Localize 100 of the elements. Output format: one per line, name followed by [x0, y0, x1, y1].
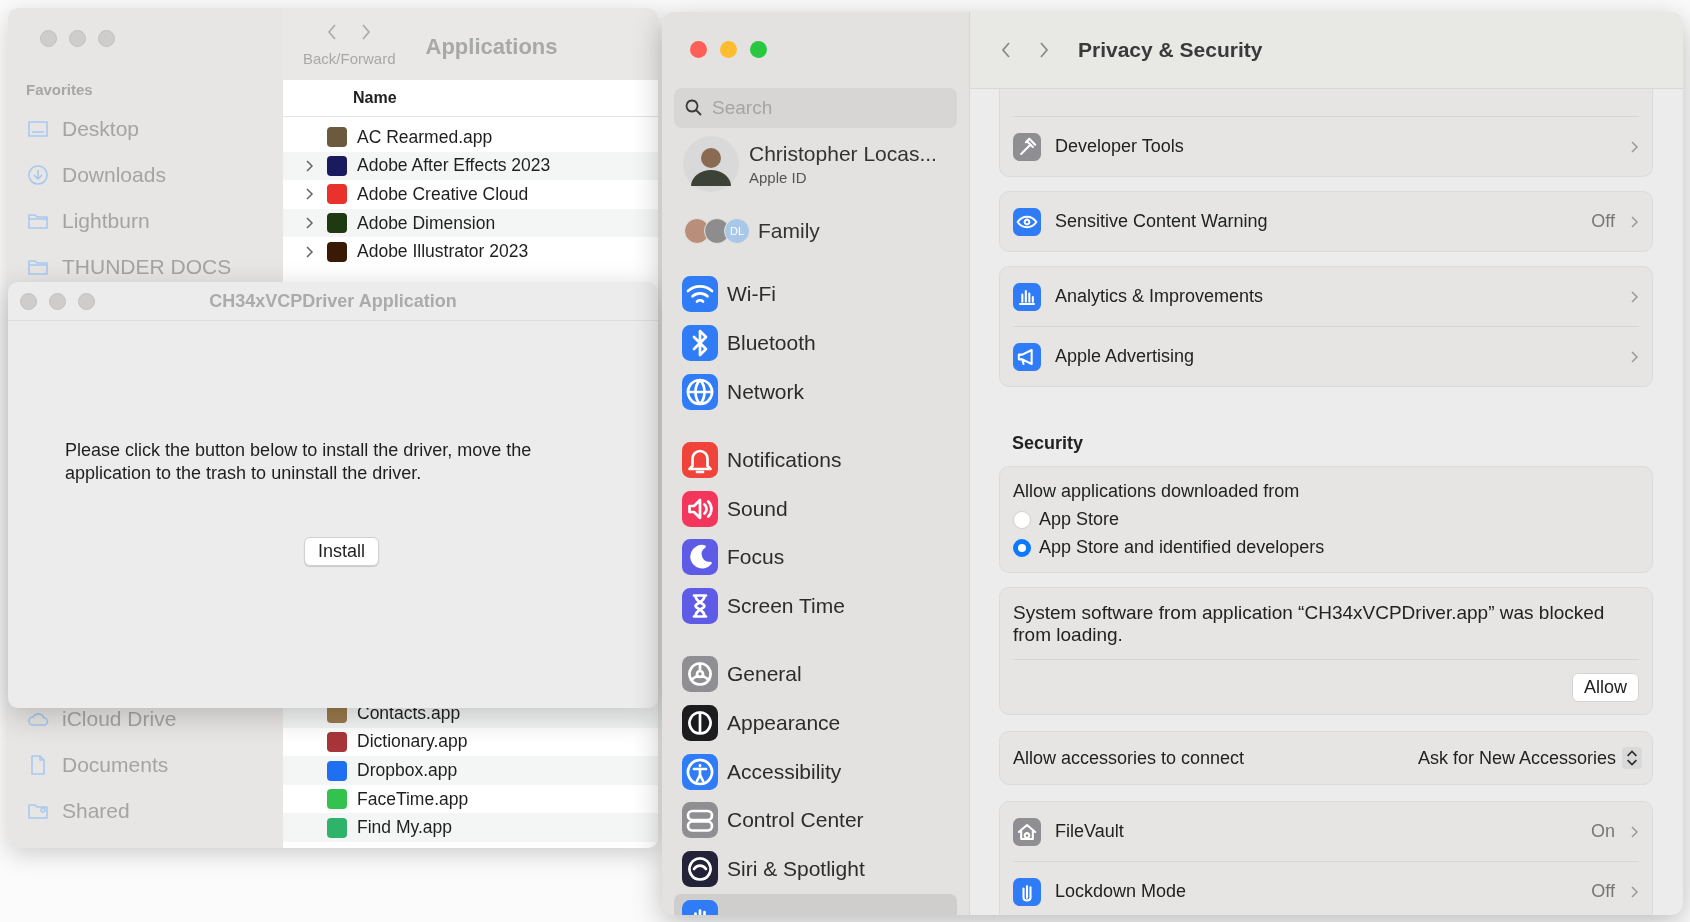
bell-icon: [682, 441, 718, 478]
app-icon: [327, 184, 347, 205]
chevron-icon: [1629, 288, 1639, 305]
sidebar-item[interactable]: Appearance: [674, 698, 957, 748]
zoom-button[interactable]: [98, 30, 115, 47]
disclosure-icon[interactable]: [304, 187, 314, 202]
sidebar-item[interactable]: Control Center: [674, 795, 957, 845]
app-icon: [327, 127, 347, 148]
sidebar-item[interactable]: Siri & Spotlight: [674, 844, 957, 894]
minimize-button[interactable]: [69, 30, 86, 47]
sidebar-item[interactable]: Accessibility: [674, 747, 957, 796]
settings-row[interactable]: Analytics & Improvements: [1013, 267, 1639, 326]
settings-row[interactable]: FileVault On: [1013, 802, 1639, 861]
sidebar-item[interactable]: General: [674, 649, 957, 699]
radio-label[interactable]: App Store and identified developers: [1039, 537, 1325, 558]
sidebar-item[interactable]: Network: [674, 367, 957, 417]
hourglass-icon: [682, 588, 718, 625]
disclosure-icon[interactable]: [304, 244, 314, 259]
sidebar-item[interactable]: Sound: [674, 484, 957, 533]
row-label: Analytics & Improvements: [1055, 286, 1265, 307]
forward-icon[interactable]: [1038, 40, 1050, 60]
app-icon: [327, 789, 347, 810]
row-label: Sensitive Content Warning: [1055, 211, 1269, 232]
back-icon[interactable]: [326, 22, 339, 42]
settings-row[interactable]: Lockdown Mode Off: [1013, 861, 1639, 915]
file-name[interactable]: AC Rearmed.app: [357, 126, 493, 148]
moon-icon: [682, 539, 718, 576]
sidebar-item[interactable]: Focus: [674, 533, 957, 582]
file-name[interactable]: Find My.app: [357, 817, 452, 839]
back-icon[interactable]: [1000, 40, 1012, 60]
toolbar-label: Back/Forward: [303, 50, 396, 67]
forward-icon[interactable]: [360, 22, 373, 42]
row-value: On: [1591, 821, 1615, 842]
avatar: DL: [724, 218, 750, 244]
popup-button[interactable]: Ask for New Accessories: [1411, 745, 1642, 771]
sidebar-item[interactable]: Family: [758, 219, 820, 243]
blocked-message: System software from application “CH34xVCPDriver.app” was blocked from loading.: [1013, 602, 1639, 660]
row-label: Developer Tools: [1055, 136, 1185, 157]
minimize-button[interactable]: [720, 41, 737, 58]
chevron-icon: [1629, 823, 1639, 840]
row-label: Apple Advertising: [1055, 346, 1196, 367]
radio-label[interactable]: App Store: [1039, 509, 1120, 530]
settings-row[interactable]: Apple Advertising: [1013, 326, 1639, 386]
chevron-icon: [1629, 883, 1639, 900]
account-subtitle: Apple ID: [749, 169, 808, 186]
close-button[interactable]: [690, 41, 707, 58]
sidebar-item[interactable]: Wi-Fi: [674, 270, 957, 319]
sidebar-item[interactable]: Bluetooth: [674, 318, 957, 368]
contrast-icon: [682, 704, 718, 741]
settings-row[interactable]: Developer Tools: [1013, 116, 1639, 176]
sidebar-item[interactable]: Notifications: [674, 435, 957, 485]
search-icon: [684, 98, 704, 118]
close-button[interactable]: [40, 30, 57, 47]
up-down-icon: [1622, 747, 1642, 769]
row-value: Off: [1591, 211, 1615, 232]
bluetooth-icon: [682, 325, 718, 362]
chevron-icon: [1629, 138, 1639, 155]
minimize-button[interactable]: [49, 293, 66, 310]
disclosure-icon[interactable]: [304, 158, 314, 173]
window-title: CH34xVCPDriver Application: [209, 290, 457, 312]
download-icon: [26, 163, 50, 187]
file-name[interactable]: FaceTime.app: [357, 788, 469, 810]
toggles-icon: [682, 802, 718, 839]
wifi-icon: [682, 276, 718, 313]
house-icon: [1013, 817, 1041, 846]
bar-chart-icon: [1013, 282, 1041, 311]
close-button[interactable]: [20, 293, 37, 310]
file-name[interactable]: Adobe Creative Cloud: [357, 184, 529, 205]
page-title: Privacy & Security: [1078, 38, 1263, 62]
file-name[interactable]: Dropbox.app: [357, 760, 458, 781]
disclosure-icon[interactable]: [304, 216, 314, 231]
app-icon: [327, 817, 347, 838]
sidebar-item[interactable]: Screen Time: [674, 581, 957, 631]
account-name[interactable]: Christopher Locas...: [749, 142, 937, 166]
row-label: Lockdown Mode: [1055, 881, 1188, 902]
setting-label: Allow accessories to connect: [1013, 747, 1245, 769]
column-header[interactable]: Name: [283, 80, 658, 117]
app-icon: [327, 241, 347, 262]
app-icon: [327, 155, 347, 176]
window-title: Applications: [425, 34, 558, 60]
hammer-icon: [1013, 132, 1041, 161]
app-icon: [327, 731, 347, 752]
dialog-message: Please click the button below to install the driver, move the application to the trash to uninstall the driver.: [65, 439, 533, 485]
allow-button[interactable]: Allow: [1572, 673, 1639, 702]
radio-button[interactable]: [1013, 538, 1031, 557]
file-name[interactable]: Dictionary.app: [357, 731, 468, 753]
setting-label: Allow applications downloaded from: [1013, 481, 1301, 502]
file-name[interactable]: Adobe Illustrator 2023: [357, 241, 529, 263]
row-value: Off: [1591, 881, 1615, 902]
app-icon: [327, 760, 347, 781]
zoom-button[interactable]: [750, 41, 767, 58]
avatar[interactable]: [683, 136, 739, 192]
speaker-icon: [682, 490, 718, 527]
eye-icon: [1013, 207, 1041, 236]
install-button[interactable]: Install: [304, 537, 379, 566]
megaphone-icon: [1013, 342, 1041, 371]
row-label: FileVault: [1055, 821, 1125, 842]
zoom-button[interactable]: [78, 293, 95, 310]
section-heading: Security: [1012, 433, 1085, 454]
settings-row[interactable]: Sensitive Content Warning Off: [1013, 192, 1639, 251]
